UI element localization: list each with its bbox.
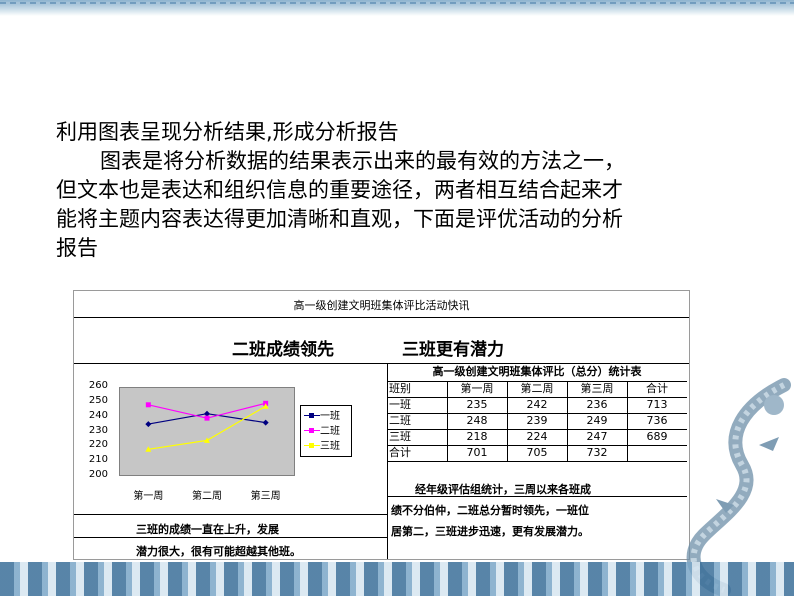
legend-entry: 三班 [304, 440, 340, 454]
table-gridline [387, 381, 687, 382]
intro-paragraph-line-2: 但文本也是表达和组织信息的重要途径，两者相互结合起来才 [56, 178, 623, 202]
table-gridline [387, 397, 687, 398]
table-gridline [387, 429, 687, 430]
divider [387, 363, 388, 559]
table-header-cell: 第三周 [580, 382, 614, 395]
divider [387, 496, 687, 497]
data-point [262, 419, 269, 426]
comment-left-line-1: 三班的成绩一直在上升，发展 [136, 523, 279, 536]
divider [74, 537, 387, 538]
table-gridline [387, 461, 687, 462]
table-header-cell: 班别 [389, 382, 411, 395]
legend-swatch [304, 428, 320, 434]
data-point [145, 421, 152, 428]
legend-label: 二班 [320, 426, 340, 437]
table-cell: 249 [586, 414, 608, 427]
y-tick-label: 230 [88, 424, 108, 436]
table-cell: 248 [466, 414, 488, 427]
bottom-decorative-band [0, 562, 794, 596]
intro-text: 利用图表呈现分析结果,形成分析报告 图表是将分析数据的结果表示出来的最有效的方法… [56, 118, 776, 263]
chart-legend: 一班 二班 三班 [300, 405, 352, 457]
intro-paragraph-line-3: 能将主题内容表达得更加清晰和直观，下面是评优活动的分析 [56, 207, 623, 231]
table-gridline [627, 381, 628, 461]
x-tick-label: 第一周 [133, 491, 164, 502]
legend-entry: 二班 [304, 425, 340, 439]
table-cell: 701 [466, 446, 488, 459]
y-tick-label: 260 [88, 380, 108, 391]
line-chart [145, 400, 269, 452]
table-gridline [387, 413, 687, 414]
divider [74, 514, 387, 515]
table-cell: 二班 [389, 414, 411, 427]
legend-label: 一班 [320, 411, 340, 422]
table-gridline [567, 381, 568, 461]
table-cell: 236 [586, 398, 608, 411]
table-cell: 732 [586, 446, 608, 459]
table-title: 高一级创建文明班集体评比（总分）统计表 [432, 365, 642, 378]
x-tick-label: 第三周 [250, 491, 281, 502]
intro-paragraph-line-4: 报告 [56, 236, 98, 260]
comment-left-line-2: 潜力很大，很有可能超越其他班。 [136, 545, 301, 558]
comment-right-line-1: 经年级评估组统计，三周以来各班成 [415, 483, 591, 496]
table-cell: 235 [466, 398, 488, 411]
y-tick-label: 240 [88, 409, 108, 421]
table-cell: 705 [526, 446, 548, 459]
intro-paragraph-line-1: 图表是将分析数据的结果表示出来的最有效的方法之一， [100, 149, 625, 173]
table-cell: 224 [526, 430, 548, 443]
top-decorative-band [0, 0, 794, 16]
table-cell: 合计 [389, 446, 411, 459]
table-header-cell: 第一周 [460, 382, 494, 395]
y-tick-label: 200 [88, 469, 108, 480]
y-tick-label: 220 [88, 439, 108, 451]
divider [74, 317, 689, 318]
table-gridline [387, 445, 687, 446]
data-point [145, 402, 151, 408]
comment-right-line-2: 绩不分伯仲，二班总分暂时领先，一班位 [391, 504, 589, 517]
table-cell: 218 [466, 430, 488, 443]
table-cell: 247 [586, 430, 608, 443]
table-cell: 239 [526, 414, 548, 427]
headline-right: 三班更有潜力 [402, 340, 504, 360]
report-sheet: 高一级创建文明班集体评比活动快讯 二班成绩领先 三班更有潜力 260 250 240… [73, 290, 690, 560]
legend-swatch [304, 413, 320, 419]
x-tick-label: 第二周 [192, 491, 222, 502]
table-gridline [507, 381, 508, 461]
table-gridline [447, 381, 448, 461]
divider [74, 363, 689, 364]
table-cell: 242 [526, 398, 548, 411]
comment-right-line-3: 居第二，三班进步迅速，更有发展潜力。 [391, 525, 589, 538]
table-header-cell: 第二周 [520, 382, 554, 395]
table-cell: 一班 [389, 398, 411, 411]
intro-title: 利用图表呈现分析结果,形成分析报告 [56, 120, 399, 144]
sheet-title: 高一级创建文明班集体评比活动快讯 [293, 299, 470, 312]
y-tick-label: 210 [88, 454, 108, 466]
legend-entry: 一班 [304, 410, 340, 424]
legend-swatch [304, 443, 320, 449]
headline-left: 二班成绩领先 [232, 340, 334, 360]
data-point [204, 415, 210, 421]
table-cell: 三班 [389, 430, 411, 443]
y-tick-label: 250 [88, 394, 108, 406]
legend-label: 三班 [320, 441, 340, 452]
